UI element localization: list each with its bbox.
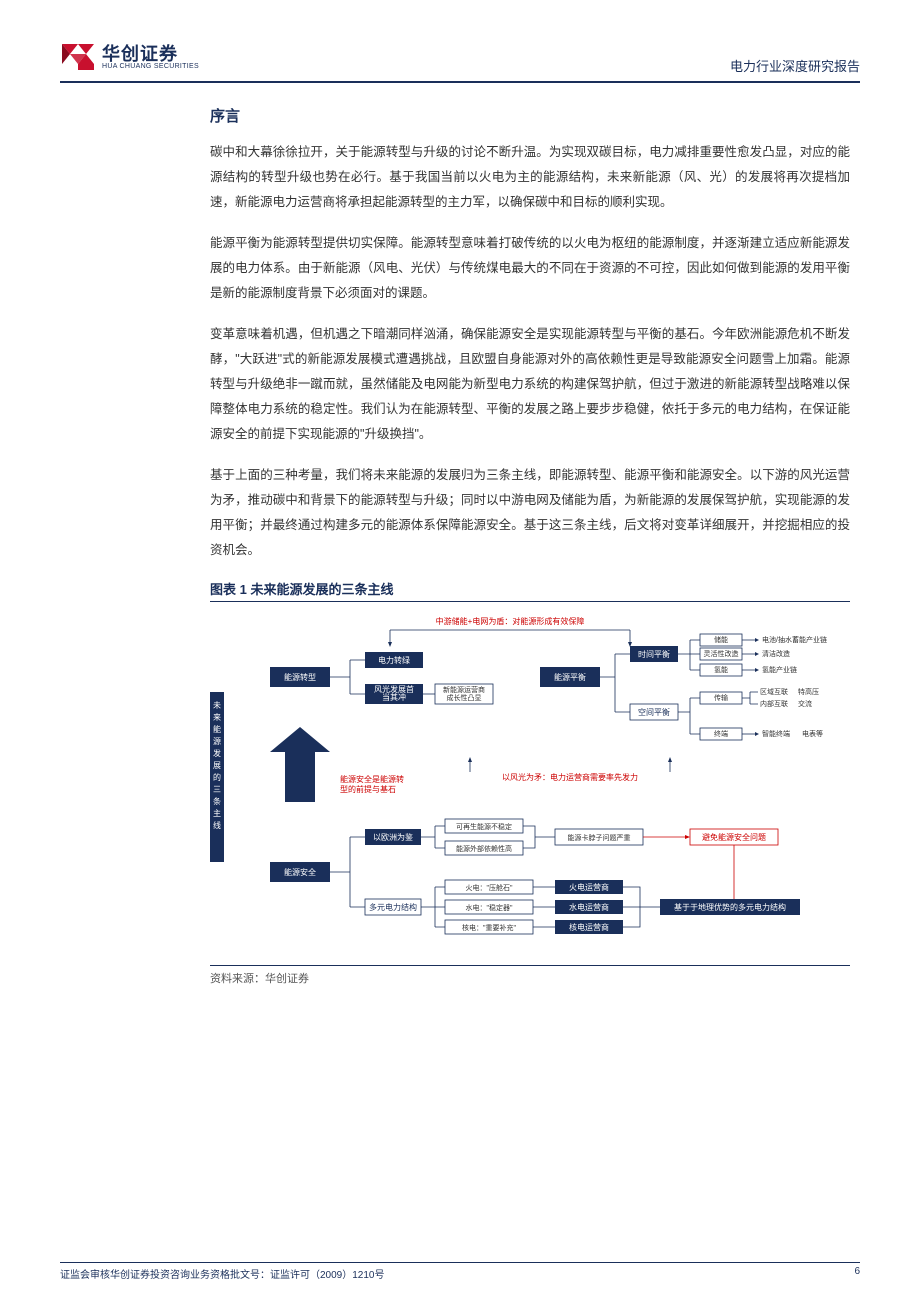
figure-source: 资料来源：华创证券: [210, 970, 850, 986]
svg-text:能源安全是能源转型的前提与基石: 能源安全是能源转型的前提与基石: [340, 774, 404, 794]
svg-text:火电运营商: 火电运营商: [569, 882, 609, 892]
svg-text:交流: 交流: [798, 699, 812, 708]
svg-text:清洁改造: 清洁改造: [762, 649, 790, 658]
paragraph: 碳中和大幕徐徐拉开，关于能源转型与升级的讨论不断升温。为实现双碳目标，电力减排重…: [210, 140, 850, 215]
svg-text:新能源运营商成长性凸显: 新能源运营商成长性凸显: [443, 685, 485, 702]
svg-text:能源安全: 能源安全: [284, 867, 316, 877]
logo-text-en: HUA CHUANG SECURITIES: [102, 63, 199, 70]
svg-text:电表等: 电表等: [802, 729, 823, 738]
company-logo: 华创证券 HUA CHUANG SECURITIES: [60, 40, 199, 74]
content-body: 序言 碳中和大幕徐徐拉开，关于能源转型与升级的讨论不断升温。为实现双碳目标，电力…: [210, 105, 850, 986]
figure-title: 图表 1 未来能源发展的三条主线: [210, 579, 850, 602]
svg-text:核电："重要补充": 核电："重要补充": [462, 923, 516, 932]
svg-text:储能: 储能: [714, 635, 728, 644]
diagram-caption-top: 中游储能+电网为盾：对能源形成有效保障: [436, 616, 585, 626]
svg-text:电池/抽水蓄能产业链: 电池/抽水蓄能产业链: [762, 635, 827, 644]
svg-text:火电："压舱石": 火电："压舱石": [466, 883, 513, 892]
svg-text:未来能源发展的三条主线: 未来能源发展的三条主线: [213, 700, 221, 830]
footer-disclaimer: 证监会审核华创证券投资咨询业务资格批文号：证监许可（2009）1210号: [60, 1266, 385, 1281]
svg-text:避免能源安全问题: 避免能源安全问题: [702, 832, 766, 842]
page-footer: 证监会审核华创证券投资咨询业务资格批文号：证监许可（2009）1210号 6: [60, 1262, 860, 1281]
page-header: 华创证券 HUA CHUANG SECURITIES 电力行业深度研究报告: [60, 40, 860, 83]
document-type: 电力行业深度研究报告: [730, 56, 860, 75]
svg-text:内部互联: 内部互联: [760, 699, 788, 708]
paragraph: 基于上面的三种考量，我们将未来能源的发展归为三条主线，即能源转型、能源平衡和能源…: [210, 463, 850, 563]
svg-text:智能终端: 智能终端: [762, 729, 790, 738]
svg-text:可再生能源不稳定: 可再生能源不稳定: [456, 822, 512, 831]
svg-text:能源平衡: 能源平衡: [554, 672, 586, 682]
logo-text-cn: 华创证券: [102, 45, 199, 63]
paragraph: 能源平衡为能源转型提供切实保障。能源转型意味着打破传统的以火电为枢纽的能源制度，…: [210, 231, 850, 306]
svg-text:能源卡脖子问题严重: 能源卡脖子问题严重: [568, 833, 631, 842]
svg-text:氢能产业链: 氢能产业链: [762, 665, 797, 674]
logo-icon: [60, 40, 96, 74]
svg-text:区域互联: 区域互联: [760, 687, 788, 696]
page-number: 6: [854, 1266, 860, 1281]
svg-text:水电运营商: 水电运营商: [569, 902, 609, 912]
svg-text:能源外部依赖性高: 能源外部依赖性高: [456, 844, 512, 853]
svg-text:传输: 传输: [714, 693, 728, 702]
svg-text:时间平衡: 时间平衡: [638, 649, 670, 659]
svg-text:基于于地理优势的多元电力结构: 基于于地理优势的多元电力结构: [674, 902, 786, 912]
svg-text:多元电力结构: 多元电力结构: [369, 902, 417, 912]
svg-text:以欧洲为鉴: 以欧洲为鉴: [373, 832, 413, 842]
svg-text:能源转型: 能源转型: [284, 672, 316, 682]
svg-text:水电："稳定器": 水电："稳定器": [466, 903, 513, 912]
svg-text:灵活性改造: 灵活性改造: [704, 649, 739, 658]
paragraph: 变革意味着机遇，但机遇之下暗潮同样汹涌，确保能源安全是实现能源转型与平衡的基石。…: [210, 322, 850, 447]
svg-text:电力转绿: 电力转绿: [378, 655, 410, 665]
svg-text:终端: 终端: [714, 729, 728, 738]
flow-diagram: 未来能源发展的三条主线 中游储能+电网为盾：对能源形成有效保障 能源转型 电力转…: [210, 612, 850, 966]
svg-text:空间平衡: 空间平衡: [638, 707, 670, 717]
svg-text:氢能: 氢能: [714, 665, 728, 674]
section-title: 序言: [210, 105, 850, 126]
svg-text:特高压: 特高压: [798, 687, 819, 696]
svg-text:核电运营商: 核电运营商: [569, 922, 609, 932]
svg-text:以风光为矛：电力运营商需要率先发力: 以风光为矛：电力运营商需要率先发力: [502, 772, 638, 782]
